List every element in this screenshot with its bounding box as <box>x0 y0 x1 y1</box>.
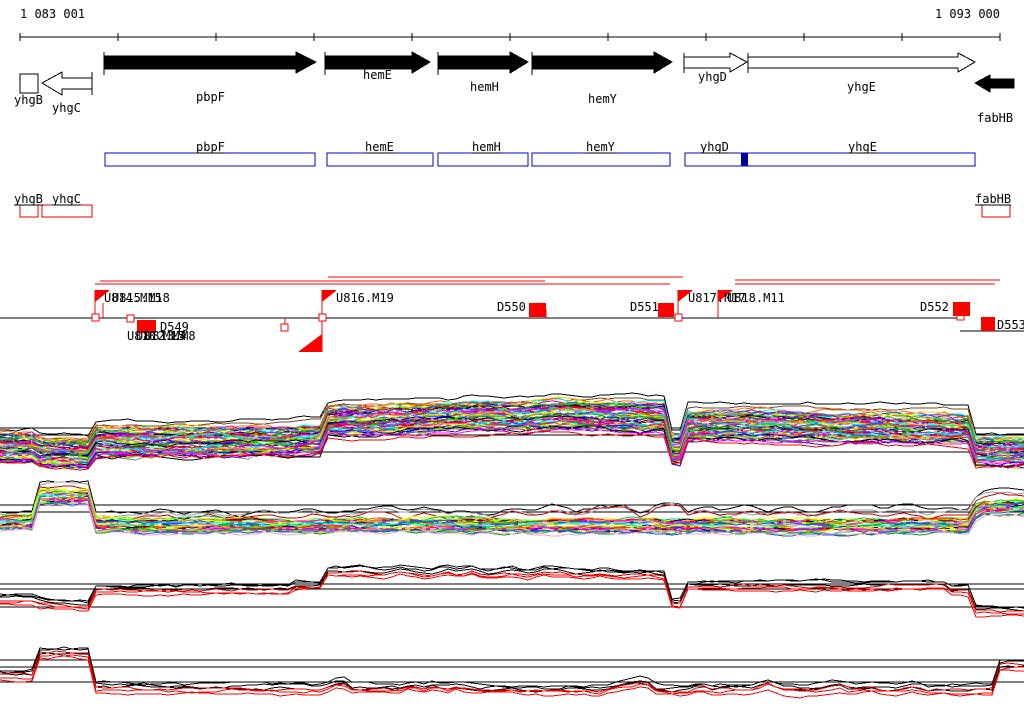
marker-flag-down[interactable] <box>298 334 322 352</box>
red-box-yhgB[interactable] <box>19 204 39 218</box>
marker-label-U813.M8[interactable]: U813.M8 <box>145 329 196 343</box>
red-track-label-fabHB[interactable]: fabHB <box>975 192 1011 206</box>
orf-box-yhgD-yhgE[interactable] <box>684 152 976 167</box>
expression-trace <box>0 481 1024 519</box>
probe-marker-track: U814.M15U815.M18 U816.M19D550 D551U817.M17… <box>0 276 1024 352</box>
gene-arrow-track: yhgB yhgC pbpF hemE hemH hemY yhgD yhgE fabHB <box>14 51 1015 125</box>
marker-label-U818.M11[interactable]: U818.M11 <box>727 291 785 305</box>
marker-open-square[interactable] <box>280 323 289 332</box>
orf-box-pbpF[interactable] <box>104 152 316 167</box>
gene-label-yhgE[interactable]: yhgE <box>847 80 876 94</box>
orf-box-hemE[interactable] <box>326 152 434 167</box>
gene-label-fabHB[interactable]: fabHB <box>977 111 1013 125</box>
gene-label-yhgC[interactable]: yhgC <box>52 101 81 115</box>
orf-label-yhgD[interactable]: yhgD <box>700 140 729 154</box>
marker-box[interactable] <box>529 303 546 317</box>
marker-label-D550[interactable]: D550 <box>497 300 526 314</box>
marker-box[interactable] <box>658 303 674 317</box>
orf-box-hemH[interactable] <box>437 152 529 167</box>
gene-label-yhgB[interactable]: yhgB <box>14 93 43 107</box>
genome-map-canvas: yhgB yhgC pbpF hemE hemH hemY yhgD yhgE fabHB pbp… <box>0 33 1024 699</box>
expression-trace <box>0 564 1024 609</box>
expression-trace <box>0 650 1024 693</box>
orf-filled-segment[interactable] <box>741 153 748 166</box>
red-box-fabHB[interactable] <box>981 204 1011 218</box>
marker-open-square[interactable] <box>126 314 135 323</box>
orf-label-yhgE[interactable]: yhgE <box>848 140 877 154</box>
gene-label-pbpF[interactable]: pbpF <box>196 90 225 104</box>
orf-box-hemY[interactable] <box>531 152 671 167</box>
marker-label-D551[interactable]: D551 <box>630 300 659 314</box>
marker-box[interactable] <box>981 317 995 331</box>
marker-label-U816.M19[interactable]: U816.M19 <box>336 291 394 305</box>
profile-panel-3 <box>0 564 1024 618</box>
expression-trace <box>0 655 1024 699</box>
marker-box[interactable] <box>953 302 970 316</box>
gene-arrow-fabHB[interactable] <box>973 74 1015 93</box>
orf-box-track: pbpF hemE hemH hemY yhgD yhgE <box>104 140 976 167</box>
red-box-yhgC[interactable] <box>41 204 93 218</box>
orf-label-hemH[interactable]: hemH <box>472 140 501 154</box>
profile-panel-4 <box>0 646 1024 699</box>
gene-arrow-yhgB[interactable] <box>19 73 39 94</box>
orf-label-hemE[interactable]: hemE <box>365 140 394 154</box>
red-box-track: yhgB yhgC fabHB <box>14 192 1012 218</box>
gene-arrow-yhgE[interactable] <box>747 52 977 73</box>
gene-label-hemY[interactable]: hemY <box>588 92 618 106</box>
marker-label-U815.M18[interactable]: U815.M18 <box>112 291 170 305</box>
marker-open-square[interactable] <box>91 313 100 322</box>
gene-arrow-yhgC[interactable] <box>40 71 93 96</box>
gene-arrow-hemH[interactable] <box>437 51 529 74</box>
profile-panel-2 <box>0 480 1024 537</box>
marker-label-D552[interactable]: D552 <box>920 300 949 314</box>
profile-panel-1 <box>0 392 1024 471</box>
gene-label-hemH[interactable]: hemH <box>470 80 499 94</box>
marker-flag[interactable] <box>322 290 337 302</box>
marker-label-D553[interactable]: D553 <box>997 318 1024 332</box>
expression-trace <box>0 573 1024 618</box>
orf-label-hemY[interactable]: hemY <box>586 140 616 154</box>
expression-trace <box>0 652 1024 693</box>
expression-trace <box>0 564 1024 609</box>
red-track-label-yhgB[interactable]: yhgB <box>14 192 43 206</box>
orf-label-pbpF[interactable]: pbpF <box>196 140 225 154</box>
gene-arrow-pbpF[interactable] <box>103 51 318 74</box>
gene-label-hemE[interactable]: hemE <box>363 68 392 82</box>
expression-trace <box>0 485 1024 523</box>
genome-browser-view: 1 083 001 1 093 000 yhgB yhgC pbpF hemE hemH… <box>0 0 1024 714</box>
gene-arrow-hemY[interactable] <box>531 51 673 74</box>
ruler <box>19 33 1001 41</box>
marker-open-square[interactable] <box>674 313 683 322</box>
gene-label-yhgD[interactable]: yhgD <box>698 70 727 84</box>
expression-trace <box>0 571 1024 615</box>
expression-trace <box>0 490 1024 523</box>
expression-trace <box>0 648 1024 690</box>
red-track-label-yhgC[interactable]: yhgC <box>52 192 81 206</box>
marker-open-square[interactable] <box>318 313 327 322</box>
